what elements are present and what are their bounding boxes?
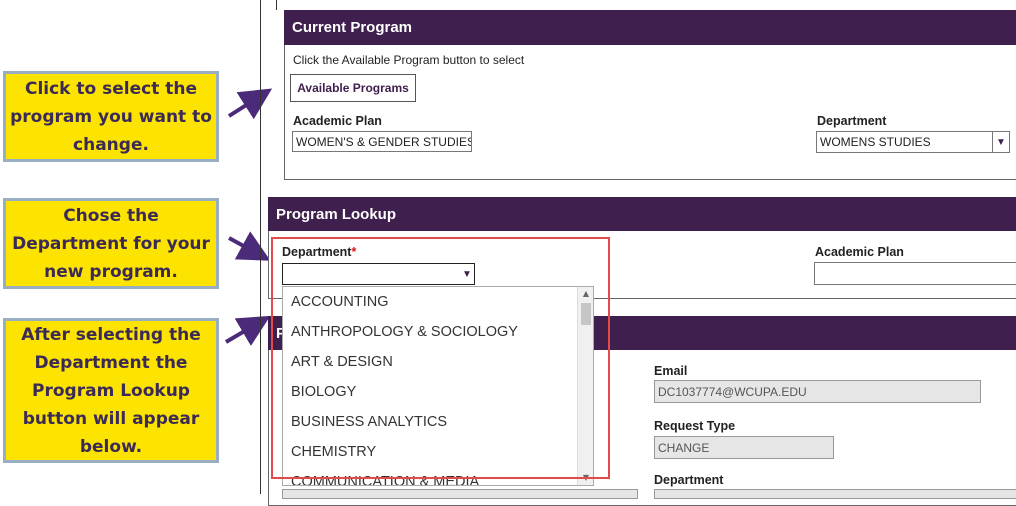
department-label: Department — [654, 473, 724, 487]
left-guide-line — [260, 0, 261, 494]
current-academic-plan-field: WOMEN'S & GENDER STUDIES — [292, 131, 472, 152]
callout-text: After selecting the Department the Progr… — [21, 324, 201, 457]
request-type-label: Request Type — [654, 419, 736, 433]
callout-text: Click to select the program you want to … — [10, 78, 212, 155]
email-label: Email — [654, 364, 688, 378]
callout-text: Chose the Department for your new progra… — [12, 205, 210, 282]
callout-program-lookup-info: After selecting the Department the Progr… — [3, 318, 219, 463]
lookup-academic-plan-label: Academic Plan — [815, 245, 904, 259]
current-program-header: Current Program — [284, 10, 1016, 45]
lookup-academic-plan-field[interactable] — [814, 262, 1016, 285]
highlight-box — [271, 237, 610, 479]
request-type-field: CHANGE — [654, 436, 834, 459]
callout-choose-department: Chose the Department for your new progra… — [3, 198, 219, 289]
program-lookup-header: Program Lookup — [268, 197, 1016, 231]
current-program-title: Current Program — [292, 19, 413, 36]
arrow-to-program-lookup — [224, 315, 271, 346]
department-field — [654, 489, 1016, 499]
current-department-select[interactable]: WOMENS STUDIES ▼ — [816, 131, 1010, 153]
chevron-down-icon[interactable]: ▼ — [992, 132, 1009, 152]
left-lower-field — [282, 489, 638, 499]
available-programs-button[interactable]: Available Programs — [290, 74, 416, 102]
current-department-value: WOMENS STUDIES — [820, 135, 931, 149]
arrow-to-department-dropdown — [228, 231, 271, 261]
callout-select-program: Click to select the program you want to … — [3, 71, 219, 162]
panel-edge-line — [276, 0, 277, 10]
email-field: DC1037774@WCUPA.EDU — [654, 380, 981, 403]
current-department-label: Department — [817, 114, 887, 128]
program-lookup-title: Program Lookup — [276, 205, 397, 223]
current-academic-plan-value: WOMEN'S & GENDER STUDIES — [296, 134, 472, 149]
request-type-value: CHANGE — [658, 440, 710, 455]
arrow-to-available-programs — [227, 88, 273, 120]
current-academic-plan-label: Academic Plan — [293, 114, 382, 128]
email-value: DC1037774@WCUPA.EDU — [658, 384, 807, 399]
current-program-instruction: Click the Available Program button to se… — [293, 53, 525, 67]
